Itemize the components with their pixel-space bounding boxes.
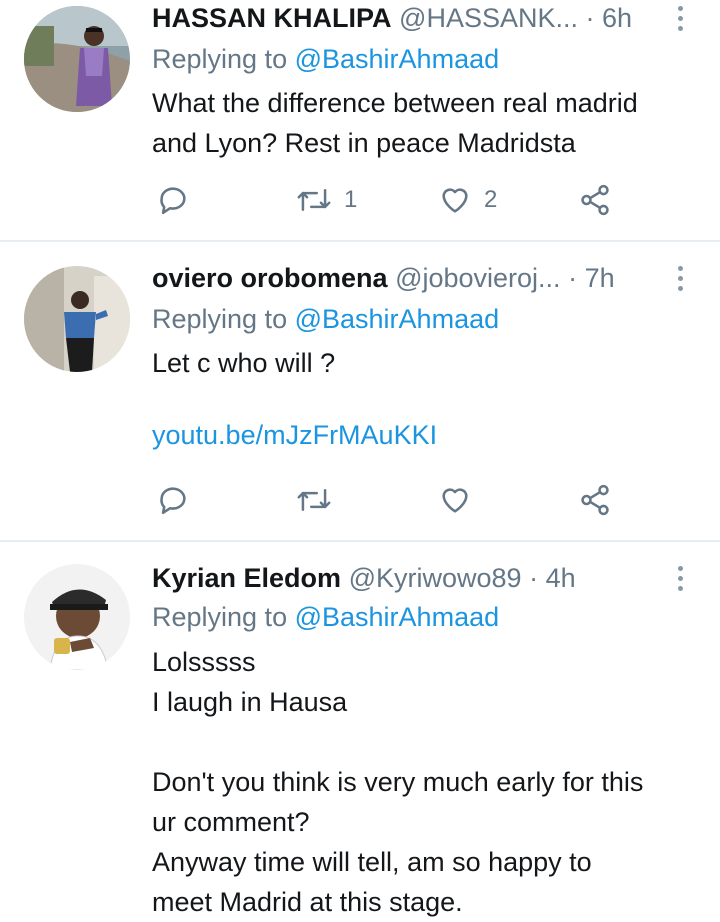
heart-icon <box>442 188 468 213</box>
user-handle[interactable]: @Kyriwowo89 <box>349 563 522 593</box>
text-line: Anyway time will tell, am so happy to <box>152 847 592 877</box>
more-vertical-icon[interactable] <box>670 260 690 296</box>
share-button[interactable] <box>578 182 612 218</box>
retweet-button[interactable] <box>296 482 332 518</box>
tweet-text: Lolsssss I laugh in Hausa Don't you thin… <box>152 642 696 922</box>
heart-icon <box>442 488 468 513</box>
retweet-button[interactable]: 1 <box>296 182 357 218</box>
mention-link[interactable]: @BashirAhmaad <box>295 44 500 74</box>
tweet-header: Kyrian Eledom @Kyriwowo89 · 4h <box>152 560 680 596</box>
tweet-text: What the difference between real madrid … <box>152 83 696 163</box>
like-count: 2 <box>484 186 498 213</box>
separator: · <box>568 263 578 293</box>
like-button[interactable] <box>438 482 472 518</box>
replying-label: Replying to <box>152 44 288 74</box>
avatar[interactable] <box>24 6 130 112</box>
reply-icon <box>160 187 186 215</box>
tweet-header: HASSAN KHALIPA @HASSANK... · 6h <box>152 0 680 36</box>
tweet-3[interactable]: Kyrian Eledom @Kyriwowo89 · 4h Replying … <box>0 542 720 920</box>
mention-link[interactable]: @BashirAhmaad <box>295 602 500 632</box>
replying-to: Replying to @BashirAhmaad <box>152 599 499 635</box>
display-name[interactable]: HASSAN KHALIPA <box>152 3 392 33</box>
separator: · <box>529 563 539 593</box>
reply-button[interactable] <box>156 182 190 218</box>
like-button[interactable]: 2 <box>438 182 497 218</box>
replying-to: Replying to @BashirAhmaad <box>152 41 499 77</box>
user-handle[interactable]: @HASSANK... <box>399 3 578 33</box>
more-vertical-icon[interactable] <box>670 560 690 596</box>
separator: · <box>585 3 595 33</box>
tweet-2[interactable]: oviero orobomena @jobovieroj... · 7h Rep… <box>0 242 720 540</box>
replying-to: Replying to @BashirAhmaad <box>152 301 499 337</box>
reply-button[interactable] <box>156 482 190 518</box>
text-line: Let c who will ? <box>152 348 336 378</box>
replying-label: Replying to <box>152 304 288 334</box>
text-line: Lolsssss <box>152 647 256 677</box>
display-name[interactable]: Kyrian Eledom <box>152 563 341 593</box>
retweet-count: 1 <box>344 186 358 213</box>
text-line: meet Madrid at this stage. <box>152 887 463 917</box>
replying-label: Replying to <box>152 602 288 632</box>
timestamp[interactable]: 4h <box>546 563 576 593</box>
action-bar <box>156 482 626 518</box>
retweet-icon <box>297 189 331 211</box>
mention-link[interactable]: @BashirAhmaad <box>295 304 500 334</box>
share-icon <box>581 184 609 216</box>
avatar[interactable] <box>24 266 130 372</box>
share-icon <box>581 484 609 516</box>
timestamp[interactable]: 6h <box>602 3 632 33</box>
text-line: What the difference between real madrid <box>152 88 638 118</box>
tweet-1[interactable]: HASSAN KHALIPA @HASSANK... · 6h Replying… <box>0 0 720 240</box>
text-line: and Lyon? Rest in peace Madridsta <box>152 128 576 158</box>
retweet-icon <box>297 489 331 511</box>
display-name[interactable]: oviero orobomena <box>152 263 388 293</box>
tweet-header: oviero orobomena @jobovieroj... · 7h <box>152 260 680 296</box>
tweet-text: Let c who will ? youtu.be/mJzFrMAuKKI <box>152 343 696 455</box>
text-line: ur comment? <box>152 807 310 837</box>
user-handle[interactable]: @jobovieroj... <box>395 263 560 293</box>
more-vertical-icon[interactable] <box>670 0 690 36</box>
avatar[interactable] <box>24 564 130 670</box>
share-button[interactable] <box>578 482 612 518</box>
external-link[interactable]: youtu.be/mJzFrMAuKKI <box>152 415 696 455</box>
text-line: I laugh in Hausa <box>152 687 348 717</box>
timestamp[interactable]: 7h <box>585 263 615 293</box>
text-line: Don't you think is very much early for t… <box>152 767 644 797</box>
reply-icon <box>160 487 186 515</box>
action-bar: 1 2 <box>156 182 626 218</box>
